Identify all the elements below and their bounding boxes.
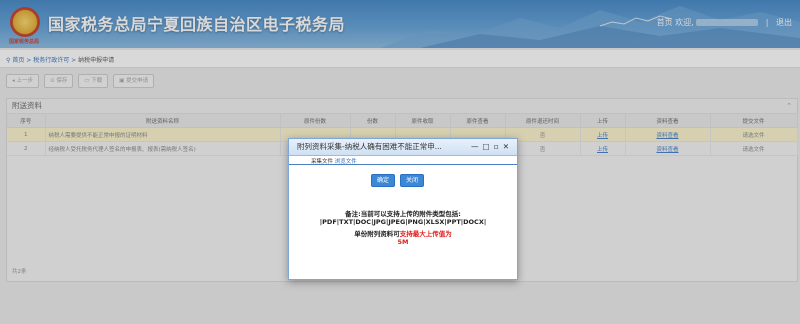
divider: [289, 164, 517, 165]
upload-dialog: 附列资料采集-纳税人确有困难不能正常申... —□▫✕ 采集文件 浏览文件 确定…: [288, 138, 518, 280]
close-icon[interactable]: ✕: [503, 142, 513, 151]
note-line: 备注:当前可以支持上传的附件类型包括:: [345, 210, 461, 218]
restore-icon[interactable]: □: [483, 142, 494, 151]
size-limit-value: 5M: [397, 238, 409, 246]
allowed-file-types: |PDF|TXT|DOC|JPG|JPEG|PNG|XLSX|PPT|DOCX|: [319, 218, 487, 226]
size-limit-note: 单份附列资料可支持最大上传值为: [289, 228, 517, 238]
window-controls: —□▫✕: [471, 142, 513, 151]
close-button[interactable]: 关闭: [400, 174, 425, 187]
confirm-button[interactable]: 确定: [371, 174, 396, 187]
maximize-icon[interactable]: ▫: [494, 142, 503, 151]
size-limit-warning: 支持最大上传值为: [399, 230, 452, 238]
dialog-buttons: 确定 关闭: [371, 174, 429, 187]
size-limit-prefix: 单份附列资料可: [354, 230, 400, 238]
minimize-icon[interactable]: —: [471, 142, 483, 151]
